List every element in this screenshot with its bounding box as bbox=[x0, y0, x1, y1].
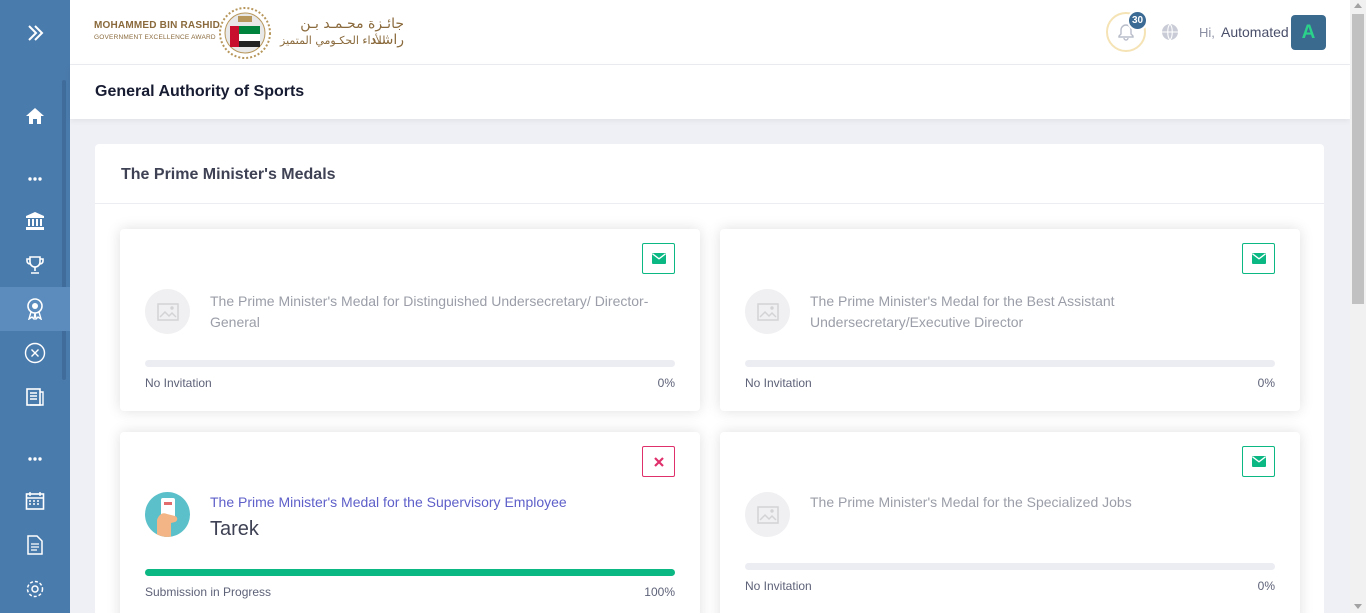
invitation-status: No Invitation bbox=[145, 376, 212, 390]
language-button[interactable] bbox=[1160, 22, 1180, 47]
progress-bar bbox=[745, 563, 1275, 570]
mail-icon bbox=[651, 253, 666, 264]
logo-text-ar-2: للأداء الحكـومي المتميز bbox=[280, 34, 386, 47]
logo-text-en-1: MOHAMMED BIN RASHID bbox=[94, 20, 221, 31]
sidebar-item-calendar[interactable] bbox=[0, 479, 70, 523]
send-invitation-button[interactable] bbox=[1242, 446, 1275, 477]
settings-icon bbox=[26, 580, 44, 598]
cancel-circle-icon bbox=[24, 342, 46, 364]
more-icon bbox=[28, 177, 42, 181]
mail-icon bbox=[1251, 456, 1266, 467]
medal-card[interactable]: The Prime Minister's Medal for the Best … bbox=[720, 229, 1300, 411]
document-icon bbox=[26, 388, 44, 406]
calendar-icon bbox=[25, 492, 45, 510]
medal-title: The Prime Minister's Medal for the Speci… bbox=[810, 494, 1132, 510]
image-icon bbox=[756, 505, 779, 524]
progress-percent: 0% bbox=[1257, 376, 1275, 390]
sidebar-item-home[interactable] bbox=[0, 94, 70, 138]
medal-title: The Prime Minister's Medal for Distingui… bbox=[210, 293, 649, 330]
more-icon bbox=[28, 457, 42, 461]
user-avatar[interactable]: A bbox=[1291, 15, 1326, 50]
medal-card[interactable]: The Prime Minister's Medal for Distingui… bbox=[120, 229, 700, 411]
image-icon bbox=[156, 302, 179, 321]
scroll-down-arrow[interactable] bbox=[1354, 604, 1362, 609]
medal-card[interactable]: The Prime Minister's Medal for the Speci… bbox=[720, 432, 1300, 613]
scrollbar-thumb[interactable] bbox=[1352, 14, 1364, 304]
award-logo[interactable]: MOHAMMED BIN RASHID GOVERNMENT EXCELLENC… bbox=[94, 6, 404, 60]
progress-bar bbox=[145, 569, 675, 576]
progress-percent: 0% bbox=[657, 376, 675, 390]
sidebar-item-files[interactable] bbox=[0, 523, 70, 567]
sidebar-item-institution[interactable] bbox=[0, 199, 70, 243]
globe-icon bbox=[1162, 23, 1178, 41]
progress-bar-fill bbox=[145, 569, 675, 576]
user-name[interactable]: Automated bbox=[1221, 24, 1289, 40]
sidebar-item-medals[interactable] bbox=[0, 287, 70, 331]
invitation-status: No Invitation bbox=[745, 376, 812, 390]
medal-image-placeholder bbox=[145, 289, 190, 334]
progress-percent: 0% bbox=[1257, 579, 1275, 593]
cancel-invitation-button[interactable] bbox=[642, 446, 675, 477]
greeting-label: Hi, bbox=[1199, 25, 1215, 40]
medal-icon bbox=[27, 298, 43, 320]
trophy-icon bbox=[26, 256, 44, 274]
medal-image-placeholder bbox=[745, 289, 790, 334]
invitation-status: No Invitation bbox=[745, 579, 812, 593]
sidebar bbox=[0, 0, 70, 613]
sidebar-section-more bbox=[0, 157, 70, 201]
progress-bar bbox=[745, 360, 1275, 367]
sidebar-toggle[interactable] bbox=[0, 11, 70, 55]
subheader: General Authority of Sports bbox=[70, 65, 1350, 119]
submission-status: Submission in Progress bbox=[145, 585, 272, 599]
sidebar-section-more-2 bbox=[0, 437, 70, 481]
sidebar-item-reports[interactable] bbox=[0, 375, 70, 419]
file-icon bbox=[27, 535, 43, 555]
expand-icon bbox=[28, 25, 44, 41]
page-title: General Authority of Sports bbox=[95, 83, 305, 100]
close-icon bbox=[653, 456, 664, 467]
hand-phone-icon bbox=[157, 498, 178, 537]
panel-title: The Prime Minister's Medals bbox=[121, 166, 336, 183]
progress-bar bbox=[145, 360, 675, 367]
nominee-name: Tarek bbox=[210, 518, 259, 540]
nominee-avatar bbox=[145, 492, 190, 537]
mail-icon bbox=[1251, 253, 1266, 264]
send-invitation-button[interactable] bbox=[1242, 243, 1275, 274]
medal-title: The Prime Minister's Medal for the Best … bbox=[810, 293, 1115, 330]
image-icon bbox=[756, 302, 779, 321]
top-header: MOHAMMED BIN RASHID GOVERNMENT EXCELLENC… bbox=[70, 0, 1350, 65]
notification-count-badge: 30 bbox=[1127, 10, 1148, 31]
sidebar-item-cancelled[interactable] bbox=[0, 331, 70, 375]
institution-icon bbox=[26, 212, 44, 230]
home-icon bbox=[26, 108, 44, 124]
sidebar-item-awards[interactable] bbox=[0, 243, 70, 287]
logo-text-en-2: GOVERNMENT EXCELLENCE AWARD bbox=[94, 34, 216, 41]
seal-icon bbox=[219, 7, 271, 59]
panel-header: The Prime Minister's Medals bbox=[95, 144, 1324, 204]
scroll-up-arrow[interactable] bbox=[1354, 3, 1362, 8]
sidebar-item-settings[interactable] bbox=[0, 567, 70, 611]
medals-panel: The Prime Minister's Medals The Prime Mi… bbox=[95, 144, 1324, 613]
send-invitation-button[interactable] bbox=[642, 243, 675, 274]
progress-percent: 100% bbox=[644, 585, 675, 599]
medal-image-placeholder bbox=[745, 492, 790, 537]
medal-card[interactable]: The Prime Minister's Medal for the Super… bbox=[120, 432, 700, 613]
medal-title-link[interactable]: The Prime Minister's Medal for the Super… bbox=[210, 492, 670, 513]
